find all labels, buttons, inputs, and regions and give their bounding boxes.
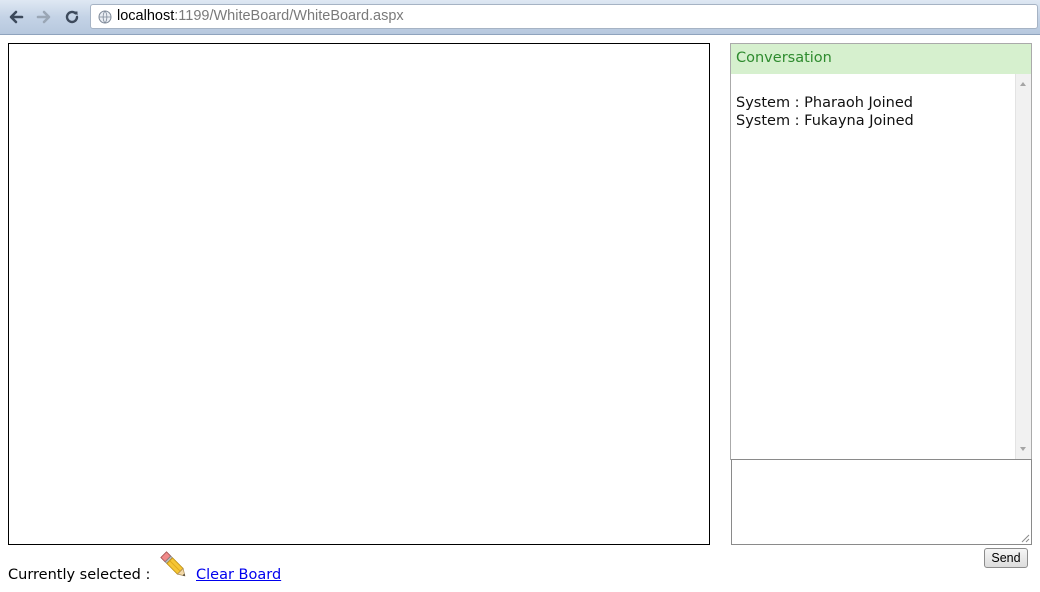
page-globe-icon (98, 10, 112, 24)
scroll-down-arrow-icon[interactable] (1020, 447, 1026, 451)
browser-toolbar: localhost:1199/WhiteBoard/WhiteBoard.asp… (0, 0, 1040, 35)
conversation-scrollbar[interactable] (1015, 74, 1031, 459)
message-item: System : Fukayna Joined (736, 113, 914, 129)
reload-icon[interactable] (62, 7, 82, 27)
clear-board-link[interactable]: Clear Board (196, 567, 281, 583)
selected-tool-label: Currently selected : (8, 567, 151, 583)
send-button[interactable]: Send (984, 548, 1028, 568)
forward-arrow-icon[interactable] (34, 7, 54, 27)
conversation-panel: Conversation System : Pharaoh Joined Sys… (730, 43, 1032, 460)
url-host: localhost (117, 8, 175, 24)
whiteboard-canvas[interactable] (8, 43, 710, 545)
url-text: localhost:1199/WhiteBoard/WhiteBoard.asp… (117, 8, 404, 24)
address-bar[interactable]: localhost:1199/WhiteBoard/WhiteBoard.asp… (90, 4, 1038, 29)
conversation-header: Conversation (731, 44, 1031, 74)
scroll-up-arrow-icon[interactable] (1020, 82, 1026, 86)
conversation-title: Conversation (736, 50, 832, 66)
url-path: :1199/WhiteBoard/WhiteBoard.aspx (174, 8, 404, 24)
message-list: System : Pharaoh Joined System : Fukayna… (736, 94, 914, 130)
back-arrow-icon[interactable] (6, 7, 26, 27)
message-input[interactable] (731, 459, 1032, 545)
message-item: System : Pharaoh Joined (736, 95, 914, 111)
pencil-icon (160, 551, 186, 577)
